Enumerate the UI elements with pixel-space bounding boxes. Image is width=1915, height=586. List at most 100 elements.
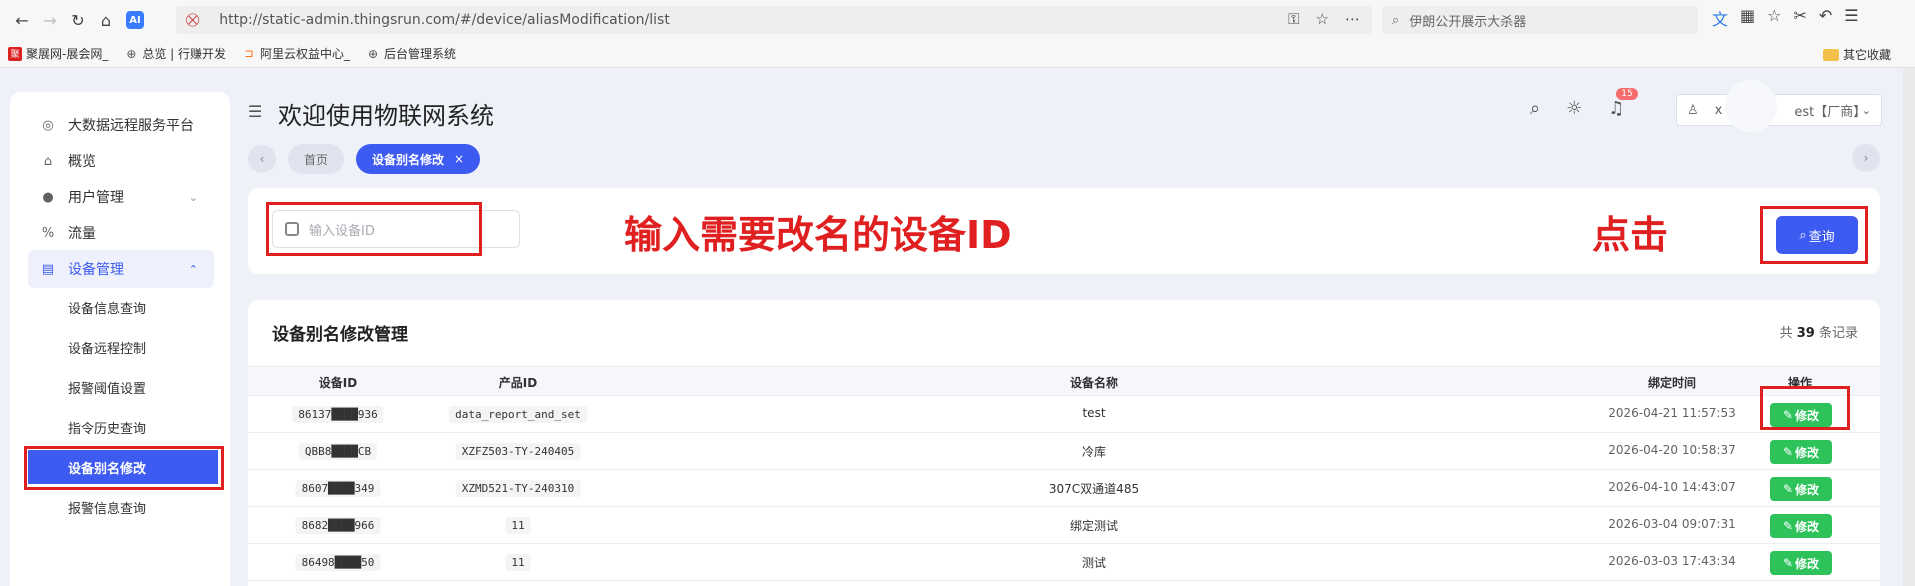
product-id-cell: 11 xyxy=(505,517,531,534)
app-root: ◎ 大数据远程服务平台 ⌂ 概览 ● 用户管理 ⌄ % 流量 ▤ 设备管理 ⌃ 设备信息查询 … xyxy=(0,68,1915,586)
bind-time-cell: 2026-04-21 11:57:53 xyxy=(1608,406,1736,420)
home-icon: ⌂ xyxy=(43,153,53,169)
undo-icon[interactable]: ↶ xyxy=(1819,6,1832,30)
star-icon[interactable]: ☆ xyxy=(1316,10,1329,28)
theme-sun-icon[interactable]: ☼ xyxy=(1566,98,1582,119)
device-name-cell: 测试 xyxy=(1081,556,1107,570)
bookmark-item[interactable]: ⊕ 总览 | 行赚开发 xyxy=(124,45,226,62)
tab-label: 设备别名修改 xyxy=(372,152,445,167)
more-icon[interactable]: ⋯ xyxy=(1345,10,1360,28)
count-prefix: 共 xyxy=(1779,326,1793,341)
home-icon[interactable]: ⌂ xyxy=(92,6,120,34)
apps-icon[interactable]: ▦ xyxy=(1740,6,1755,30)
edit-label: 修改 xyxy=(1795,445,1820,460)
edit-button[interactable]: ✎ 修改 xyxy=(1770,440,1832,464)
annotation-click-text: 点击 xyxy=(1592,213,1669,257)
annotation-input-text: 输入需要改名的设备ID xyxy=(624,213,1012,257)
url-text[interactable]: http://static-admin.thingsrun.com/#/devi… xyxy=(219,12,670,28)
device-id-cell: 86498████50 xyxy=(295,554,381,571)
tabs-scroll-right-icon[interactable]: › xyxy=(1852,144,1880,172)
bookmark-label: 聚展网-展会网_ xyxy=(26,47,109,61)
edit-label: 修改 xyxy=(1795,519,1820,534)
product-id-cell: XZFZ503-TY-240405 xyxy=(455,443,581,460)
count-suffix: 条记录 xyxy=(1818,326,1858,341)
user-menu[interactable]: ♙ x est【厂商】 ⌄ xyxy=(1676,94,1882,126)
ai-icon[interactable]: AI xyxy=(126,11,144,29)
page-scrollbar[interactable] xyxy=(1903,68,1915,586)
sidebar-subitem-remote-control[interactable]: 设备远程控制 xyxy=(28,330,214,364)
avatar-icon: ♙ xyxy=(1687,102,1699,118)
chevron-down-icon: ⌄ xyxy=(188,190,198,204)
table-card: 设备别名修改管理 共 39 条记录 设备ID 产品ID 设备名称 绑定时间 操作… xyxy=(248,300,1880,586)
bookmark-item[interactable]: ⊐ 阿里云权益中心_ xyxy=(242,45,350,62)
sidebar-item-label: 大数据远程服务平台 xyxy=(68,118,194,134)
other-bookmarks[interactable]: 其它收藏 xyxy=(1822,46,1891,63)
edit-icon: ✎ xyxy=(1782,556,1794,570)
table-header: 设备ID 产品ID 设备名称 绑定时间 操作 xyxy=(248,366,1880,396)
notification-bell-icon[interactable]: ♫ 15 xyxy=(1608,88,1638,119)
sidebar-subitem-alarm-info[interactable]: 报警信息查询 xyxy=(28,490,214,524)
bind-time-cell: 2026-04-10 14:43:07 xyxy=(1608,480,1736,494)
aliyun-icon: ⊐ xyxy=(244,47,254,60)
table-title: 设备别名修改管理 xyxy=(272,325,408,345)
bookmark-item[interactable]: 聚聚展网-展会网_ xyxy=(8,45,108,62)
menu-icon[interactable]: ☰ xyxy=(1844,6,1858,30)
browser-tools: 文 ▦ ☆ ✂ ↶ ☰ xyxy=(1712,6,1859,30)
tabs-scroll-left-icon[interactable]: ‹ xyxy=(248,145,276,173)
device-id-cell: QBB8████CB xyxy=(298,443,378,460)
search-icon[interactable]: ⌕ xyxy=(1530,98,1540,119)
sidebar-item-label: 用户管理 xyxy=(68,190,124,206)
bookmark-label: 后台管理系统 xyxy=(384,47,457,61)
sidebar-subitem-alarm-threshold[interactable]: 报警阈值设置 xyxy=(28,370,214,404)
sidebar-item-label: 流量 xyxy=(68,226,96,242)
bookmark-label: 总览 | 行赚开发 xyxy=(142,47,227,61)
bookmark-label: 阿里云权益中心_ xyxy=(260,47,351,61)
column-header: 设备ID xyxy=(318,376,358,390)
sidebar-item-traffic[interactable]: % 流量 xyxy=(28,214,214,252)
sidebar-item-users[interactable]: ● 用户管理 ⌄ xyxy=(28,178,214,216)
translate-icon[interactable]: 文 xyxy=(1712,6,1728,30)
tab-label: 首页 xyxy=(304,152,329,167)
browser-search-box[interactable]: ⌕ 伊朗公开展示大杀器 xyxy=(1382,6,1698,34)
bookmark-item[interactable]: ⊕ 后台管理系统 xyxy=(366,45,456,62)
sidebar-subitem-device-info[interactable]: 设备信息查询 xyxy=(28,290,214,324)
favorites-icon[interactable]: ☆ xyxy=(1767,6,1781,30)
back-icon[interactable]: ← xyxy=(8,6,36,34)
reload-icon[interactable]: ↻ xyxy=(64,6,92,34)
address-bar[interactable]: ⛒ http://static-admin.thingsrun.com/#/de… xyxy=(176,6,1372,34)
forward-icon[interactable]: → xyxy=(36,6,64,34)
platform-icon: ◎ xyxy=(42,117,54,133)
user-role: est【厂商】 xyxy=(1794,104,1867,120)
edit-button[interactable]: ✎ 修改 xyxy=(1770,477,1832,501)
edit-label: 修改 xyxy=(1795,556,1820,571)
device-name-cell: 307C双通道485 xyxy=(1048,482,1140,496)
table-row: 86498████50 11 测试 2026-03-03 17:43:34 ✎ 修… xyxy=(248,544,1880,581)
cut-icon[interactable]: ✂ xyxy=(1793,6,1806,30)
annotation-box xyxy=(1760,206,1868,264)
site-security-icon[interactable]: ⛒ xyxy=(186,13,199,28)
chevron-up-icon: ⌃ xyxy=(188,262,198,276)
collapse-menu-icon[interactable]: ☰ xyxy=(248,102,262,121)
user-name: x xyxy=(1714,102,1723,118)
edit-button[interactable]: ✎ 修改 xyxy=(1770,514,1832,538)
key-icon[interactable]: ⚿ xyxy=(1288,10,1299,28)
count-value: 39 xyxy=(1796,326,1815,341)
sidebar-subitem-command-history[interactable]: 指令历史查询 xyxy=(28,410,214,444)
column-header: 设备名称 xyxy=(1069,376,1119,390)
sidebar-item-platform[interactable]: ◎ 大数据远程服务平台 xyxy=(28,106,214,144)
table-row: 8682████966 11 绑定测试 2026-03-04 09:07:31 … xyxy=(248,507,1880,544)
sidebar-item-device-management[interactable]: ▤ 设备管理 ⌃ xyxy=(28,250,214,288)
tab-alias-modification[interactable]: 设备别名修改 × xyxy=(356,144,481,174)
search-icon: ⌕ xyxy=(1392,12,1400,28)
redaction-mask xyxy=(1725,80,1777,132)
product-id-cell: 11 xyxy=(505,554,531,571)
search-text: 伊朗公开展示大杀器 xyxy=(1409,14,1527,30)
tab-home[interactable]: 首页 xyxy=(288,144,345,174)
globe-icon: ⊕ xyxy=(368,46,379,61)
product-id-cell: data_report_and_set xyxy=(449,406,587,423)
sidebar-item-label: 设备管理 xyxy=(68,262,124,278)
edit-button[interactable]: ✎ 修改 xyxy=(1770,551,1832,575)
sidebar-item-overview[interactable]: ⌂ 概览 xyxy=(28,142,214,180)
close-icon[interactable]: × xyxy=(454,152,464,166)
user-icon: ● xyxy=(42,189,54,205)
